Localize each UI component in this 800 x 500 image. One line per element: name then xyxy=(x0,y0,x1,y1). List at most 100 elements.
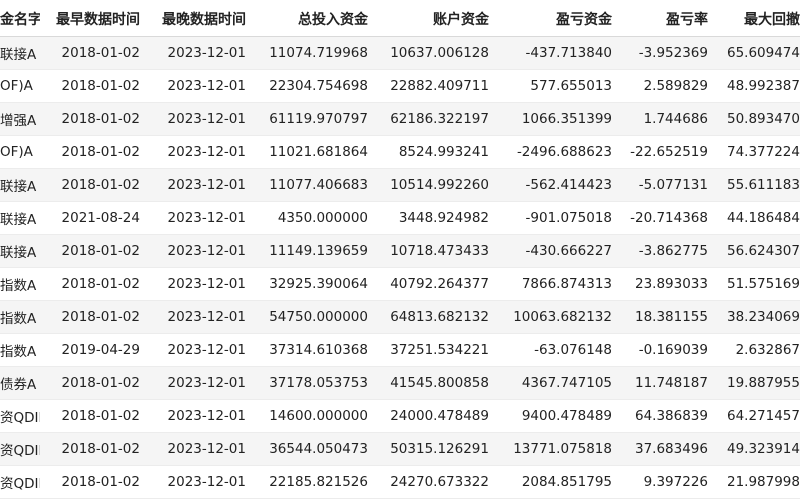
latest-date-cell: 2023-12-01 xyxy=(144,135,250,169)
latest-date-cell: 2023-12-01 xyxy=(144,300,250,334)
profit-loss-cell: 577.655013 xyxy=(493,69,616,103)
max-drawdown-cell: 2.632867 xyxy=(712,333,800,367)
latest-date-cell: 2023-12-01 xyxy=(144,69,250,103)
column-header-account-balance[interactable]: 账户资金 xyxy=(372,3,493,37)
fund-name-cell: 联接A xyxy=(0,36,40,70)
max-drawdown-cell: 49.323914 xyxy=(712,432,800,466)
max-drawdown-cell: 38.234069 xyxy=(712,300,800,334)
earliest-date-cell: 2018-01-02 xyxy=(40,465,144,499)
table-row[interactable]: 联接A 2021-08-24 2023-12-01 4350.000000 3448.9… xyxy=(0,201,800,235)
fund-name-cell: 资QDII xyxy=(0,432,40,466)
table-row[interactable]: 联接A 2018-01-02 2023-12-01 11149.139659 10718… xyxy=(0,234,800,268)
table-row[interactable]: 指数A 2018-01-02 2023-12-01 54750.000000 64813… xyxy=(0,300,800,334)
earliest-date-cell: 2018-01-02 xyxy=(40,300,144,334)
latest-date-cell: 2023-12-01 xyxy=(144,366,250,400)
max-drawdown-cell: 19.887955 xyxy=(712,366,800,400)
max-drawdown-cell: 21.987998 xyxy=(712,465,800,499)
earliest-date-cell: 2021-08-24 xyxy=(40,201,144,235)
column-header-profit-loss[interactable]: 盈亏资金 xyxy=(493,3,616,37)
earliest-date-cell: 2018-01-02 xyxy=(40,267,144,301)
fund-name-cell: 增强A xyxy=(0,102,40,136)
profit-loss-rate-cell: 11.748187 xyxy=(616,366,712,400)
latest-date-cell: 2023-12-01 xyxy=(144,399,250,433)
table-row[interactable]: 增强A 2018-01-02 2023-12-01 61119.970797 62186… xyxy=(0,102,800,136)
profit-loss-cell: -430.666227 xyxy=(493,234,616,268)
profit-loss-cell: 13771.075818 xyxy=(493,432,616,466)
account-balance-cell: 24270.673322 xyxy=(372,465,493,499)
account-balance-cell: 8524.993241 xyxy=(372,135,493,169)
max-drawdown-cell: 55.611183 xyxy=(712,168,800,202)
column-header-total-invested[interactable]: 总投入资金 xyxy=(250,3,372,37)
max-drawdown-cell: 51.575169 xyxy=(712,267,800,301)
fund-name-cell: 资QDII xyxy=(0,399,40,433)
latest-date-cell: 2023-12-01 xyxy=(144,102,250,136)
table-row[interactable]: 指数A 2018-01-02 2023-12-01 32925.390064 40792… xyxy=(0,267,800,301)
profit-loss-cell: -2496.688623 xyxy=(493,135,616,169)
account-balance-cell: 10718.473433 xyxy=(372,234,493,268)
profit-loss-cell: 7866.874313 xyxy=(493,267,616,301)
fund-name-cell: 指数A xyxy=(0,333,40,367)
table-row[interactable]: 联接A 2018-01-02 2023-12-01 11074.719968 10637… xyxy=(0,36,800,70)
profit-loss-cell: 2084.851795 xyxy=(493,465,616,499)
table-row[interactable]: 资QDII 2018-01-02 2023-12-01 22185.821526 242… xyxy=(0,465,800,499)
column-header-profit-loss-rate[interactable]: 盈亏率 xyxy=(616,3,712,37)
total-invested-cell: 11149.139659 xyxy=(250,234,372,268)
profit-loss-rate-cell: 18.381155 xyxy=(616,300,712,334)
fund-name-cell: 债券A xyxy=(0,366,40,400)
earliest-date-cell: 2018-01-02 xyxy=(40,234,144,268)
latest-date-cell: 2023-12-01 xyxy=(144,168,250,202)
column-header-max-drawdown[interactable]: 最大回撤 xyxy=(712,3,800,37)
account-balance-cell: 24000.478489 xyxy=(372,399,493,433)
account-balance-cell: 22882.409711 xyxy=(372,69,493,103)
profit-loss-cell: -437.713840 xyxy=(493,36,616,70)
profit-loss-cell: -901.075018 xyxy=(493,201,616,235)
column-header-earliest-date[interactable]: 最早数据时间 xyxy=(40,3,144,37)
fund-name-cell: 联接A xyxy=(0,168,40,202)
max-drawdown-cell: 44.186484 xyxy=(712,201,800,235)
data-table-container: 金名字 最早数据时间 最晚数据时间 总投入资金 账户资金 盈亏资金 盈亏率 最大… xyxy=(0,0,800,500)
earliest-date-cell: 2018-01-02 xyxy=(40,135,144,169)
latest-date-cell: 2023-12-01 xyxy=(144,234,250,268)
fund-name-cell: 联接A xyxy=(0,201,40,235)
fund-name-cell: OF)A xyxy=(0,69,40,103)
earliest-date-cell: 2018-01-02 xyxy=(40,36,144,70)
account-balance-cell: 3448.924982 xyxy=(372,201,493,235)
total-invested-cell: 36544.050473 xyxy=(250,432,372,466)
table-row[interactable]: 资QDII 2018-01-02 2023-12-01 14600.000000 240… xyxy=(0,399,800,433)
total-invested-cell: 22185.821526 xyxy=(250,465,372,499)
profit-loss-cell: 9400.478489 xyxy=(493,399,616,433)
table-row[interactable]: 债券A 2018-01-02 2023-12-01 37178.053753 41545… xyxy=(0,366,800,400)
table-row[interactable]: 资QDII 2018-01-02 2023-12-01 36544.050473 503… xyxy=(0,432,800,466)
account-balance-cell: 40792.264377 xyxy=(372,267,493,301)
profit-loss-cell: -562.414423 xyxy=(493,168,616,202)
fund-name-cell: 指数A xyxy=(0,267,40,301)
table-body: 联接A 2018-01-02 2023-12-01 11074.719968 10637… xyxy=(0,36,800,499)
fund-name-cell: 联接A xyxy=(0,234,40,268)
table-row[interactable]: OF)A 2018-01-02 2023-12-01 22304.754698 2288… xyxy=(0,69,800,103)
profit-loss-rate-cell: 23.893033 xyxy=(616,267,712,301)
earliest-date-cell: 2019-04-29 xyxy=(40,333,144,367)
header-row: 金名字 最早数据时间 最晚数据时间 总投入资金 账户资金 盈亏资金 盈亏率 最大… xyxy=(0,3,800,37)
account-balance-cell: 10637.006128 xyxy=(372,36,493,70)
table-row[interactable]: 指数A 2019-04-29 2023-12-01 37314.610368 37251… xyxy=(0,333,800,367)
total-invested-cell: 37314.610368 xyxy=(250,333,372,367)
earliest-date-cell: 2018-01-02 xyxy=(40,399,144,433)
profit-loss-rate-cell: -0.169039 xyxy=(616,333,712,367)
column-header-latest-date[interactable]: 最晚数据时间 xyxy=(144,3,250,37)
profit-loss-cell: 4367.747105 xyxy=(493,366,616,400)
profit-loss-cell: -63.076148 xyxy=(493,333,616,367)
fund-name-cell: 资QDII xyxy=(0,465,40,499)
profit-loss-rate-cell: -3.952369 xyxy=(616,36,712,70)
total-invested-cell: 11021.681864 xyxy=(250,135,372,169)
table-row[interactable]: 联接A 2018-01-02 2023-12-01 11077.406683 10514… xyxy=(0,168,800,202)
table-row[interactable]: OF)A 2018-01-02 2023-12-01 11021.681864 8524… xyxy=(0,135,800,169)
latest-date-cell: 2023-12-01 xyxy=(144,36,250,70)
column-header-fund-name[interactable]: 金名字 xyxy=(0,3,40,37)
account-balance-cell: 62186.322197 xyxy=(372,102,493,136)
max-drawdown-cell: 48.992387 xyxy=(712,69,800,103)
account-balance-cell: 64813.682132 xyxy=(372,300,493,334)
max-drawdown-cell: 64.271457 xyxy=(712,399,800,433)
account-balance-cell: 41545.800858 xyxy=(372,366,493,400)
account-balance-cell: 10514.992260 xyxy=(372,168,493,202)
fund-name-cell: OF)A xyxy=(0,135,40,169)
